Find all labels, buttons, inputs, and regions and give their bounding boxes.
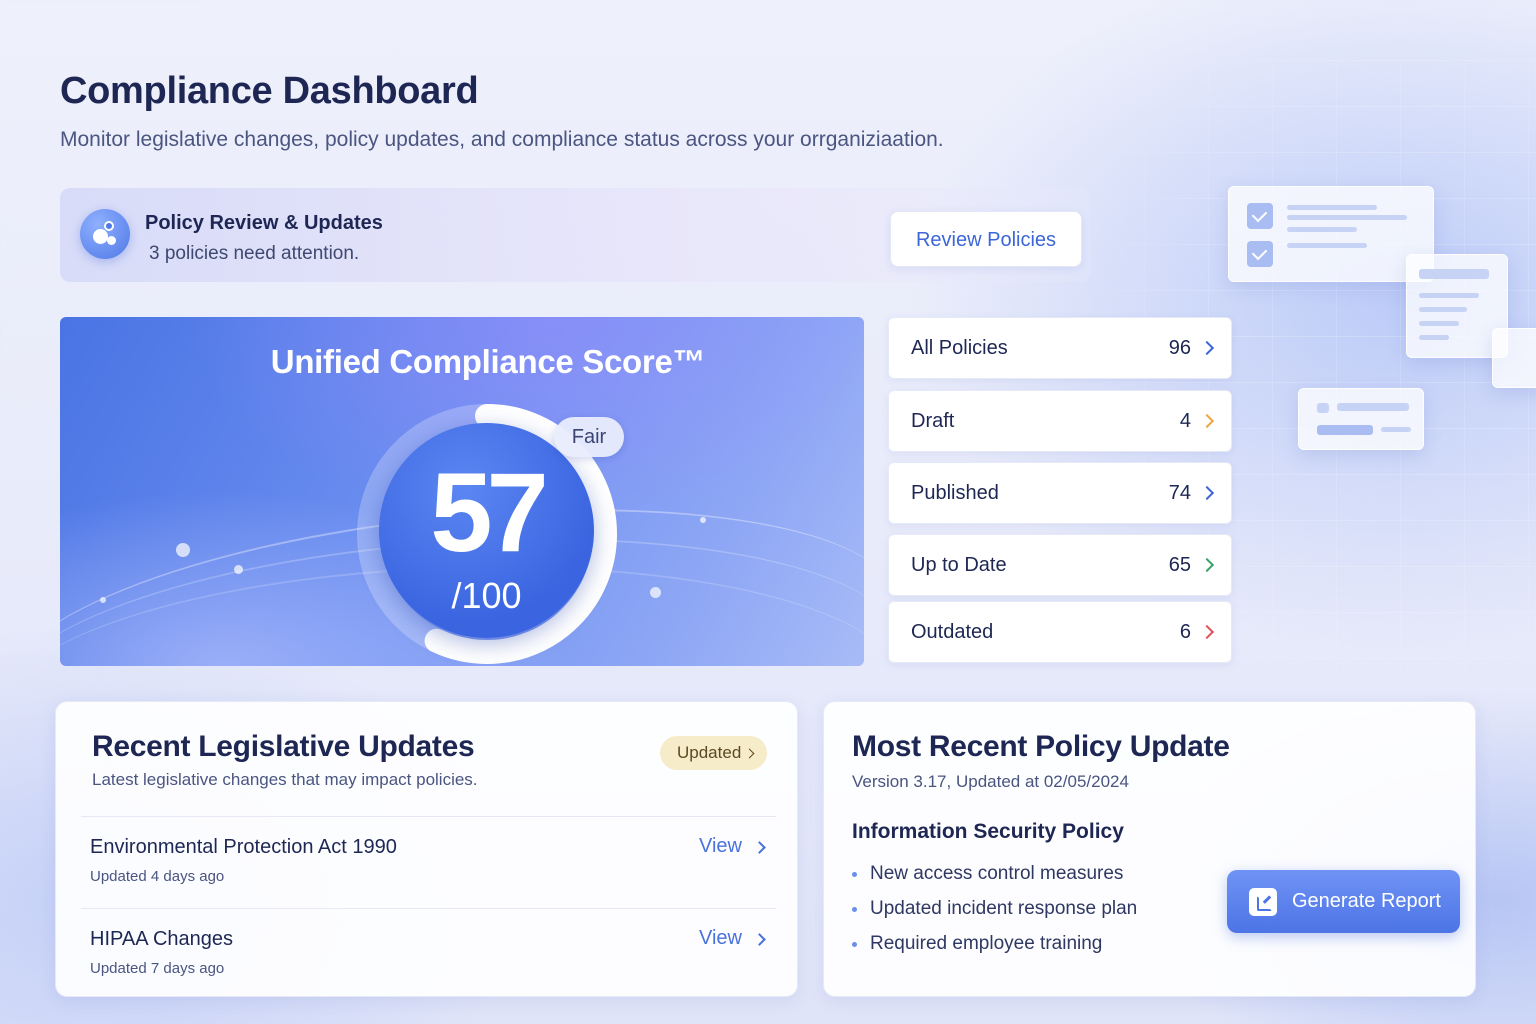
policy-version: Version 3.17, Updated at 02/05/2024 (852, 772, 1129, 791)
legislative-item-time: Updated 4 days ago (90, 868, 225, 885)
page-title: Compliance Dashboard (60, 70, 479, 112)
policy-icon (80, 209, 130, 259)
chevron-right-icon (1199, 340, 1215, 356)
legislative-updates-panel: Recent Legislative Updates Latest legisl… (55, 701, 798, 997)
page-subtitle: Monitor legislative changes, policy upda… (60, 128, 944, 151)
legislative-title: Recent Legislative Updates (92, 730, 475, 763)
check-icon (1247, 241, 1273, 267)
stat-label: Published (911, 482, 999, 504)
stat-row-all-policies[interactable]: All Policies 96 (888, 317, 1232, 379)
legislative-item-name: Environmental Protection Act 1990 (90, 836, 397, 858)
policy-update-panel: Most Recent Policy Update Version 3.17, … (823, 701, 1476, 997)
chevron-right-icon (1199, 413, 1215, 429)
stat-row-outdated[interactable]: Outdated 6 (888, 601, 1232, 663)
chevron-right-icon (1199, 557, 1215, 573)
stat-row-draft[interactable]: Draft 4 (888, 390, 1232, 452)
legislative-subtitle: Latest legislative changes that may impa… (92, 770, 478, 789)
chevron-right-icon (1199, 624, 1215, 640)
stat-label: All Policies (911, 337, 1008, 359)
policy-change-item: New access control measures (852, 862, 1137, 897)
stat-row-published[interactable]: Published 74 (888, 462, 1232, 524)
chevron-right-icon (744, 748, 755, 759)
chevron-right-icon[interactable] (753, 841, 766, 854)
view-link[interactable]: View (699, 927, 742, 950)
decorative-checklist-card (1228, 186, 1434, 282)
generate-report-button[interactable]: Generate Report (1227, 870, 1460, 933)
decorative-small-card (1492, 328, 1536, 388)
stat-row-up-to-date[interactable]: Up to Date 65 (888, 534, 1232, 596)
stat-label: Outdated (911, 621, 994, 643)
stat-count: 6 (1179, 621, 1191, 643)
report-icon (1249, 888, 1277, 916)
stat-count: 65 (1168, 554, 1191, 576)
chevron-right-icon[interactable] (753, 933, 766, 946)
compliance-score-card: Unified Compliance Score™ 57 /100 Fair (60, 317, 864, 666)
updated-badge-label: Updated (677, 743, 742, 762)
review-policies-button[interactable]: Review Policies (890, 211, 1082, 267)
legislative-item: Environmental Protection Act 1990 Update… (81, 816, 776, 906)
score-max: /100 (451, 575, 522, 616)
decorative-form-card (1298, 388, 1424, 450)
check-icon (1247, 203, 1273, 229)
policy-change-item: Updated incident response plan (852, 897, 1137, 932)
stat-count: 74 (1168, 482, 1191, 504)
policy-update-title: Most Recent Policy Update (852, 730, 1230, 763)
policy-change-list: New access control measures Updated inci… (852, 862, 1137, 967)
generate-report-label: Generate Report (1292, 890, 1441, 912)
stat-label: Draft (911, 410, 955, 432)
policy-change-item: Required employee training (852, 932, 1137, 967)
score-rating-badge: Fair (554, 417, 624, 457)
view-link[interactable]: View (699, 835, 742, 858)
banner-title: Policy Review & Updates (145, 212, 383, 234)
legislative-item: HIPAA Changes Updated 7 days ago View (81, 908, 776, 998)
score-circle: 57 /100 (379, 423, 594, 638)
stat-label: Up to Date (911, 554, 1007, 576)
score-value: 57 (430, 450, 549, 575)
legislative-item-time: Updated 7 days ago (90, 960, 225, 977)
stat-count: 96 (1168, 337, 1191, 359)
chevron-right-icon (1199, 485, 1215, 501)
legislative-item-name: HIPAA Changes (90, 928, 234, 950)
stat-count: 4 (1179, 410, 1191, 432)
updated-badge[interactable]: Updated (660, 736, 768, 770)
policy-name: Information Security Policy (852, 820, 1124, 843)
score-title: Unified Compliance Score™ (270, 343, 706, 380)
policy-review-banner: Policy Review & Updates 3 policies need … (60, 188, 1090, 282)
banner-text: 3 policies need attention. (149, 243, 360, 264)
